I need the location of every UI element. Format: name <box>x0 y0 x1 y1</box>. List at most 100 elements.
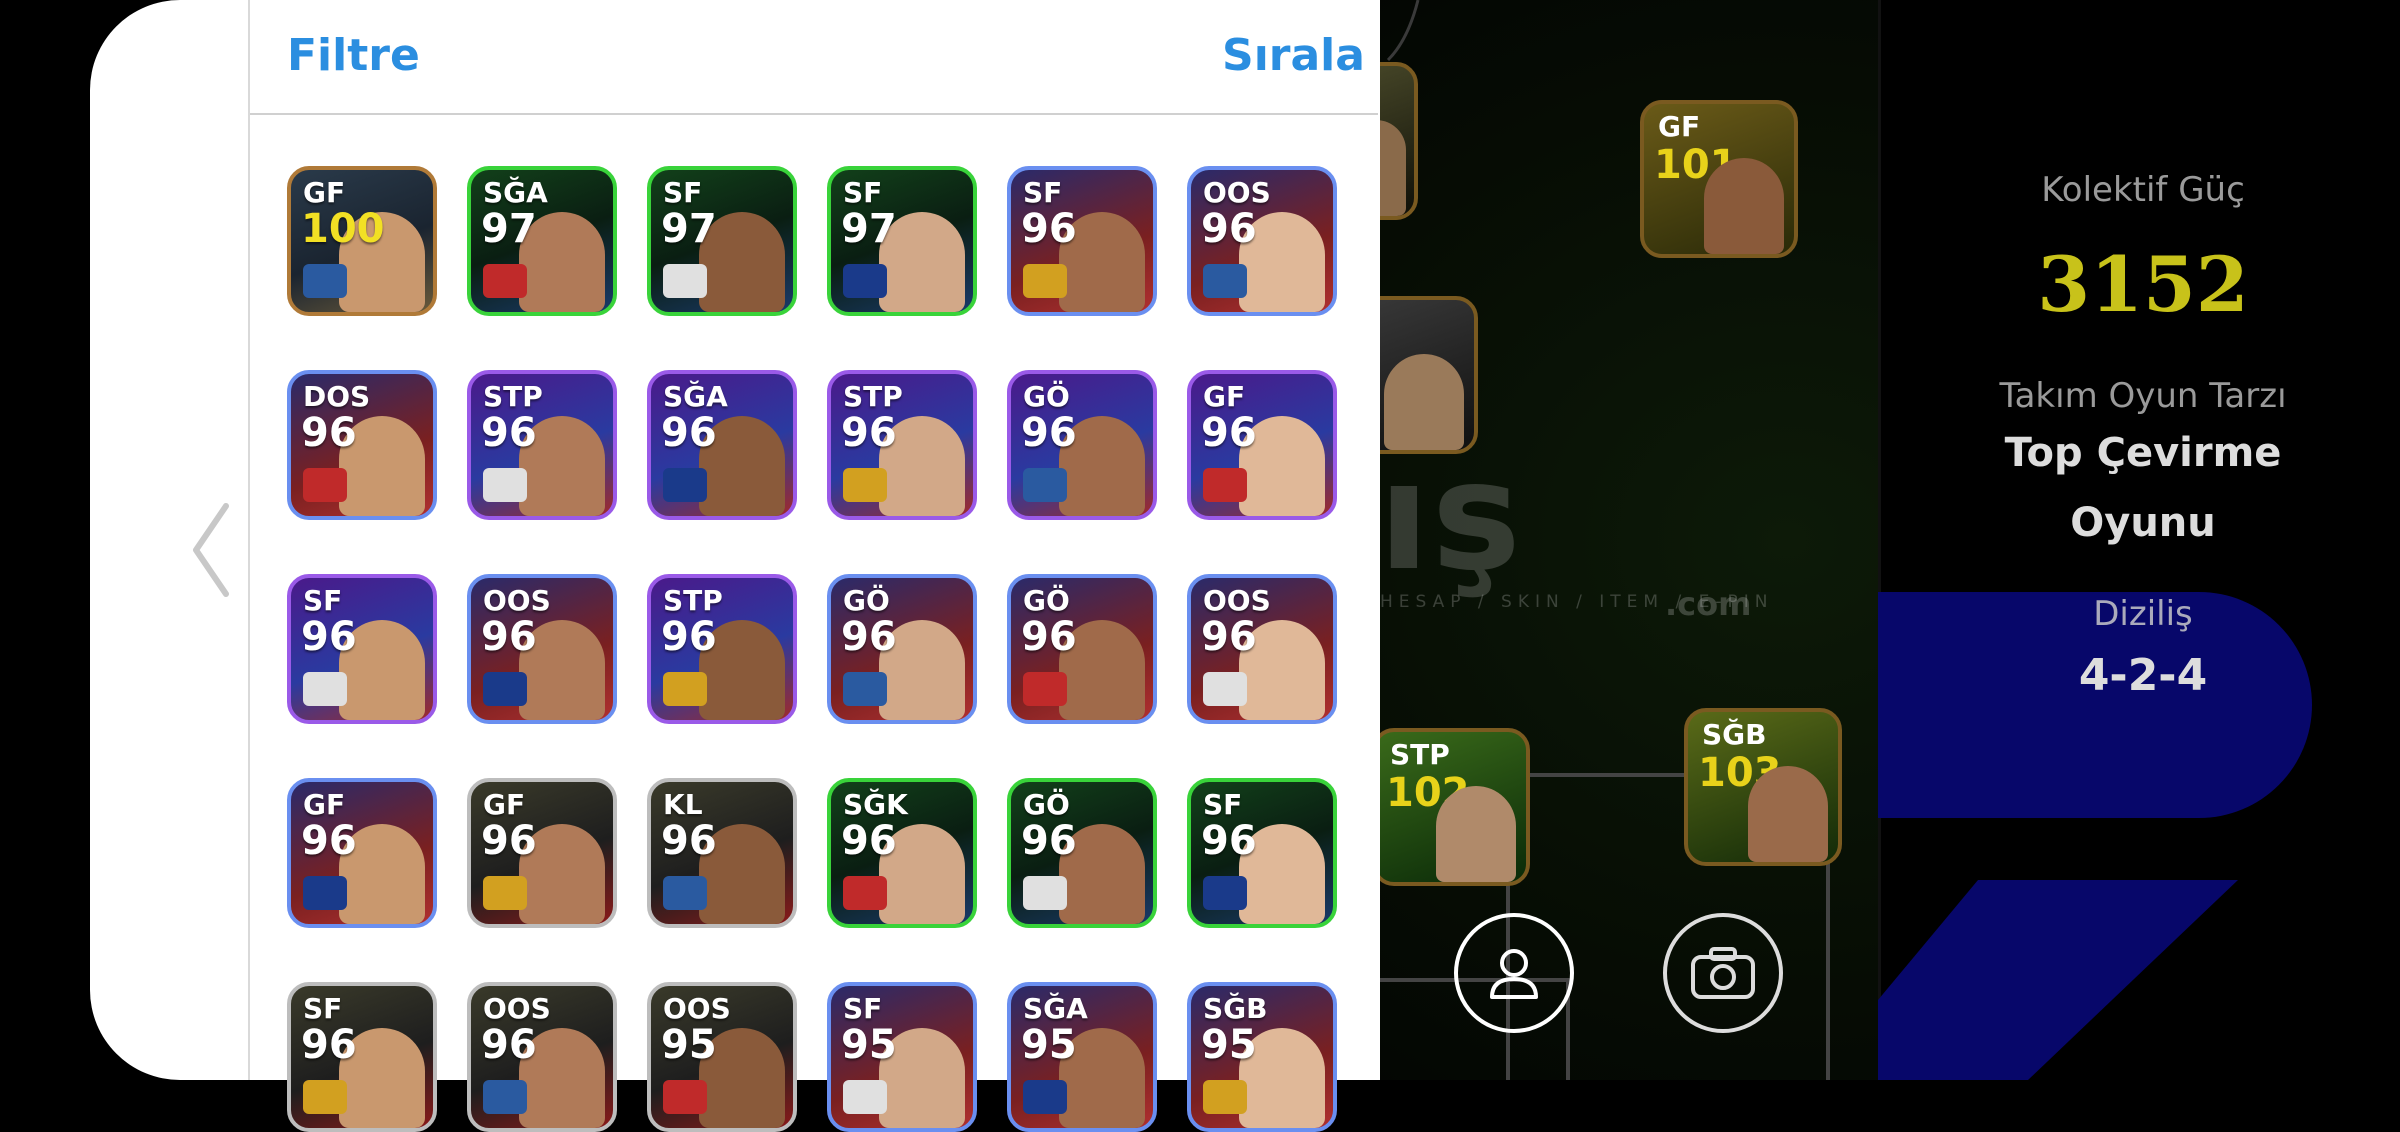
player-rating: 96 <box>301 818 357 864</box>
player-card[interactable]: GÖ 96 <box>1007 370 1157 520</box>
team-playstyle-value-line2: Oyunu <box>2070 500 2216 546</box>
player-card[interactable]: SĞA 96 <box>647 370 797 520</box>
player-card[interactable]: SF 96 <box>1007 166 1157 316</box>
club-badge-icon <box>303 1080 347 1114</box>
player-card[interactable]: SĞA 95 <box>1007 982 1157 1132</box>
player-position: SF <box>843 992 883 1025</box>
player-card[interactable]: KL 96 <box>647 778 797 928</box>
club-badge-icon <box>843 1080 887 1114</box>
player-rating: 96 <box>1021 614 1077 660</box>
player-position: SĞA <box>1023 992 1088 1025</box>
club-badge-icon <box>1023 876 1067 910</box>
pitch-player-card[interactable]: STP 102 <box>1372 728 1530 886</box>
club-badge-icon <box>1023 264 1067 298</box>
collective-strength-label: Kolektif Güç <box>2041 170 2245 210</box>
player-rating: 96 <box>841 818 897 864</box>
player-card[interactable]: STP 96 <box>827 370 977 520</box>
player-card[interactable]: STP 96 <box>467 370 617 520</box>
pitch-player-card[interactable]: SĞB 103 <box>1684 708 1842 866</box>
player-card[interactable]: SF 96 <box>1187 778 1337 928</box>
player-rating: 96 <box>1201 818 1257 864</box>
club-badge-icon <box>1203 264 1247 298</box>
player-card[interactable]: OOS 96 <box>1187 574 1337 724</box>
team-playstyle-label: Takım Oyun Tarzı <box>1999 376 2287 416</box>
player-rating: 96 <box>1021 410 1077 456</box>
player-position: GÖ <box>1023 584 1070 617</box>
player-card[interactable]: OOS 95 <box>647 982 797 1132</box>
header-divider <box>250 113 1378 115</box>
club-badge-icon <box>663 876 707 910</box>
player-rating: 97 <box>661 206 717 252</box>
player-card[interactable]: GF 100 <box>287 166 437 316</box>
club-badge-icon <box>483 876 527 910</box>
player-card[interactable]: SF 97 <box>647 166 797 316</box>
player-position: SF <box>663 176 703 209</box>
club-badge-icon <box>1203 1080 1247 1114</box>
player-card[interactable]: GÖ 96 <box>1007 778 1157 928</box>
player-position: STP <box>483 380 543 413</box>
player-card[interactable]: SĞA 97 <box>467 166 617 316</box>
club-badge-icon <box>303 264 347 298</box>
player-position: OOS <box>483 992 551 1025</box>
profile-button[interactable] <box>1454 913 1574 1033</box>
club-badge-icon <box>663 1080 707 1114</box>
player-card[interactable]: GF 96 <box>1187 370 1337 520</box>
formation-label: Diziliş <box>2093 594 2193 634</box>
screenshot-button[interactable] <box>1663 913 1783 1033</box>
club-badge-icon <box>1023 1080 1067 1114</box>
player-rating: 96 <box>1201 206 1257 252</box>
club-badge-icon <box>1023 468 1067 502</box>
player-rating: 96 <box>301 1022 357 1068</box>
player-rating: 96 <box>1021 818 1077 864</box>
player-position: GÖ <box>843 584 890 617</box>
player-card[interactable]: GF 96 <box>287 778 437 928</box>
pitch-player-card[interactable]: GF 101 <box>1640 100 1798 258</box>
player-position: STP <box>663 584 723 617</box>
player-position: GF <box>303 788 346 821</box>
filter-button[interactable]: Filtre <box>287 30 420 81</box>
player-position: GF <box>1658 110 1701 143</box>
club-badge-icon <box>483 264 527 298</box>
player-rating: 95 <box>1021 1022 1077 1068</box>
club-badge-icon <box>303 468 347 502</box>
player-rating: 95 <box>841 1022 897 1068</box>
player-portrait <box>1748 766 1828 862</box>
player-card[interactable]: DOS 96 <box>287 370 437 520</box>
player-card[interactable]: SF 95 <box>827 982 977 1132</box>
player-card[interactable]: STP 96 <box>647 574 797 724</box>
player-rating: 95 <box>661 1022 717 1068</box>
player-position: SF <box>303 584 343 617</box>
person-icon <box>1490 949 1538 999</box>
player-portrait <box>1436 786 1516 882</box>
player-card[interactable]: SF 96 <box>287 982 437 1132</box>
player-card[interactable]: GF 96 <box>467 778 617 928</box>
player-card[interactable]: SF 97 <box>827 166 977 316</box>
club-badge-icon <box>483 468 527 502</box>
player-position: SĞA <box>663 380 728 413</box>
player-card[interactable]: SĞB 95 <box>1187 982 1337 1132</box>
camera-icon <box>1691 947 1755 999</box>
player-position: SĞB <box>1702 718 1767 751</box>
sort-button[interactable]: Sırala <box>1222 30 1365 81</box>
player-card[interactable]: GÖ 96 <box>1007 574 1157 724</box>
player-rating: 96 <box>481 1022 537 1068</box>
player-card[interactable]: GÖ 96 <box>827 574 977 724</box>
player-card[interactable]: OOS 96 <box>467 574 617 724</box>
player-rating: 96 <box>1021 206 1077 252</box>
player-position: SF <box>303 992 343 1025</box>
player-position: SF <box>843 176 883 209</box>
chevron-left-icon[interactable] <box>188 500 238 600</box>
player-card[interactable]: SF 96 <box>287 574 437 724</box>
player-rating: 96 <box>841 410 897 456</box>
player-card[interactable]: SĞK 96 <box>827 778 977 928</box>
player-card[interactable]: OOS 96 <box>1187 166 1337 316</box>
player-rating: 96 <box>1201 410 1257 456</box>
player-rating: 96 <box>301 614 357 660</box>
player-rating: 96 <box>301 410 357 456</box>
player-rating: 96 <box>661 818 717 864</box>
player-rating: 96 <box>661 614 717 660</box>
player-position: KL <box>663 788 703 821</box>
player-position: GF <box>483 788 526 821</box>
player-card[interactable]: OOS 96 <box>467 982 617 1132</box>
club-badge-icon <box>1023 672 1067 706</box>
